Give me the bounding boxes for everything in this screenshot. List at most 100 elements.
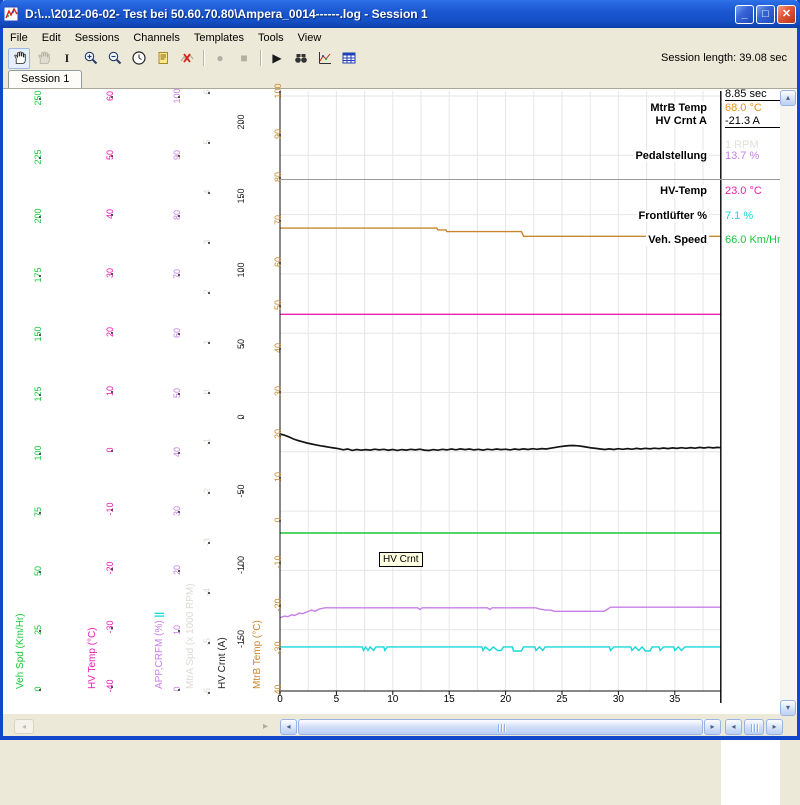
axis-tick-label-hv_temp: -30 [105, 620, 115, 633]
x-axis-tick-label: 20 [500, 694, 511, 705]
axis-tick-label-mtra_spd: 1 [202, 339, 212, 344]
ibeam-cursor-button[interactable]: I [56, 48, 78, 69]
axis-tick-mark [111, 627, 113, 629]
time-clock-button[interactable] [128, 48, 150, 69]
zoom-in-button[interactable] [80, 48, 102, 69]
axis-tick-mark [279, 262, 281, 264]
axis-tick-mark [111, 568, 113, 570]
menu-item-channels[interactable]: Channels [126, 30, 186, 46]
zoom-out-button[interactable] [104, 48, 126, 69]
channel-label-mtrb-temp[interactable]: MtrB Temp [648, 102, 709, 114]
axis-tick-label-hv_temp: 50 [105, 150, 115, 160]
trace-pedalstellung[interactable] [280, 607, 721, 618]
axis-title-app_crfm: APP,CRFM (%) || [154, 612, 165, 689]
values-vertical-scrollbar[interactable] [780, 90, 796, 716]
axis-tick-mark [208, 342, 210, 344]
axis-tick-label-app_crfm: 100 [172, 88, 182, 103]
axis-marker-app_crfm: || [154, 612, 165, 620]
channel-label-pedalstellung[interactable]: Pedalstellung [633, 150, 709, 162]
axis-tick-label-mtrb_temp: 80 [273, 172, 283, 182]
axis-tick-mark [111, 509, 113, 511]
gridlines [280, 91, 720, 691]
trace-hv-crnt[interactable] [280, 434, 721, 451]
menu-item-view[interactable]: View [291, 30, 329, 46]
axis-tick-mark [111, 686, 113, 688]
axis-tick-mark [279, 691, 281, 693]
plot-area[interactable] [3, 89, 797, 719]
axis-tick-label-veh_spd: 50 [33, 566, 43, 576]
menu-item-tools[interactable]: Tools [251, 30, 291, 46]
zoom-out-icon [107, 50, 123, 66]
axis-tick-label-hv_crnt: -100 [236, 556, 246, 574]
axis-title-mtra_spd: MtrA Spd (x 1000 RPM) [185, 583, 196, 689]
title-bar[interactable]: D:\...\2012-06-02- Test bei 50.60.70.80\… [0, 0, 800, 28]
axis-tick-mark [178, 570, 180, 572]
values-scroll-left-button[interactable]: ◂ [725, 719, 742, 735]
axis-tick-mark [178, 452, 180, 454]
chart-points-button[interactable] [314, 48, 336, 69]
menu-item-file[interactable]: File [3, 30, 35, 46]
values-scroll-right-button[interactable]: ▸ [766, 719, 783, 735]
values-scrollbar-thumb[interactable] [744, 719, 764, 735]
toolbar-separator [203, 50, 204, 66]
axis-tick-mark [178, 511, 180, 513]
channel-label-hv-temp[interactable]: HV-Temp [658, 185, 709, 197]
axis-tick-label-veh_spd: 100 [33, 445, 43, 460]
clear-marks-button[interactable] [176, 48, 198, 69]
tab-session-1[interactable]: Session 1 [8, 70, 82, 89]
axis-tick-label-hv_temp: 40 [105, 209, 115, 219]
menu-item-templates[interactable]: Templates [187, 30, 251, 46]
clear-marks-icon [179, 50, 195, 66]
values-scroll-down-button[interactable]: ▾ [780, 700, 796, 716]
axis-tick-mark [111, 450, 113, 452]
axis-tick-label-mtra_spd: 0 [202, 389, 212, 394]
axis-tick-mark [208, 442, 210, 444]
axis-title-hv_temp: HV Temp (°C) [87, 627, 98, 689]
find-button[interactable] [290, 48, 312, 69]
axis-tick-label-veh_spd: 175 [33, 268, 43, 283]
channel-value-pedalstellung: 13.7 % [725, 150, 787, 162]
drag-hand-icon [35, 50, 51, 66]
values-scroll-up-button[interactable]: ▴ [780, 90, 796, 106]
plot-top-border [280, 179, 790, 180]
axis-tick-label-mtrb_temp: 10 [273, 472, 283, 482]
axis-tick-mark [242, 344, 244, 346]
axis-tick-mark [39, 630, 41, 632]
axis-tick-mark [279, 477, 281, 479]
tab-bar: Session 1 [3, 68, 797, 88]
axis-tick-mark [208, 242, 210, 244]
x-axis-tick-label: 0 [277, 694, 283, 705]
menu-item-sessions[interactable]: Sessions [68, 30, 127, 46]
x-axis-tick-label: 15 [444, 694, 455, 705]
axis-tick-mark [208, 492, 210, 494]
axis-tick-label-mtrb_temp: 90 [273, 129, 283, 139]
trace-frontl-fter[interactable] [280, 647, 721, 651]
menu-item-edit[interactable]: Edit [35, 30, 68, 46]
pan-hand-button[interactable] [8, 48, 30, 69]
plot-scroll-right-button[interactable]: ▸ [704, 719, 721, 735]
axis-tick-mark [39, 216, 41, 218]
minimize-button[interactable]: _ [735, 5, 754, 24]
play-button[interactable]: ▶ [266, 48, 288, 69]
axes-panel-scroll-left-button: ◂ [14, 719, 34, 734]
axis-tick-label-mtra_spd: -4 [202, 588, 212, 596]
channel-label-hv-crnt-a[interactable]: HV Crnt A [653, 115, 709, 127]
axis-tick-label-app_crfm: 70 [172, 269, 182, 279]
channel-value-hv-crnt-a: -21.3 A [725, 115, 787, 128]
close-button[interactable]: ✕ [777, 5, 796, 24]
menu-bar: FileEditSessionsChannelsTemplatesToolsVi… [3, 28, 797, 48]
plot-scrollbar-thumb[interactable] [298, 719, 703, 735]
maximize-button[interactable]: □ [756, 5, 775, 24]
axis-tick-label-hv_crnt: -50 [236, 485, 246, 498]
axis-tick-label-mtra_spd: 6 [202, 89, 212, 94]
notes-button[interactable] [152, 48, 174, 69]
data-table-button[interactable] [338, 48, 360, 69]
plot-scroll-left-button[interactable]: ◂ [280, 719, 297, 735]
axis-tick-label-app_crfm: 0 [172, 686, 182, 691]
channel-label-veh-speed[interactable]: Veh. Speed [646, 234, 709, 246]
stop-icon: ■ [240, 51, 247, 65]
axis-tick-label-mtrb_temp: 60 [273, 257, 283, 267]
axis-tick-label-hv_crnt: 50 [236, 339, 246, 349]
axis-title-hv_crnt: HV Crnt (A) [217, 637, 228, 689]
channel-label-frontl-fter[interactable]: Frontlüfter % [637, 210, 709, 222]
